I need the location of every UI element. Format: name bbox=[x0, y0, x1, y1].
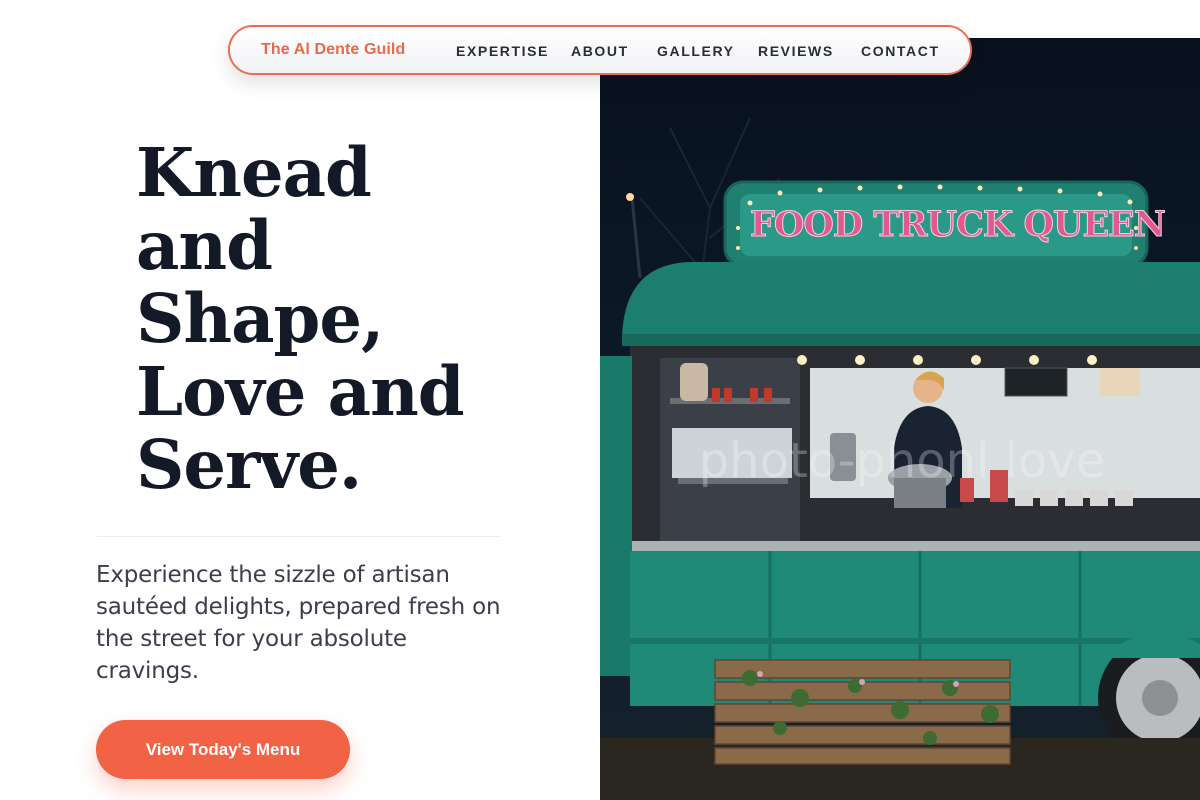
food-truck-illustration bbox=[600, 117, 1200, 800]
food-truck-photo: FOOD TRUCK QUEEN photo-phonl love bbox=[600, 38, 1200, 800]
headline-line: Serve. bbox=[136, 425, 362, 504]
nav-link-gallery[interactable]: GALLERY bbox=[657, 43, 735, 59]
hero-headline: Knead and Shape, Love and Serve. bbox=[136, 136, 556, 501]
nav-link-reviews[interactable]: REVIEWS bbox=[758, 43, 834, 59]
headline-line: and bbox=[136, 206, 273, 285]
view-menu-button[interactable]: View Today's Menu bbox=[96, 720, 350, 779]
headline-line: Knead bbox=[136, 133, 372, 212]
nav-link-expertise[interactable]: EXPERTISE bbox=[456, 43, 549, 59]
photo-watermark: photo-phonl love bbox=[698, 433, 1106, 489]
headline-line: Love and bbox=[136, 352, 465, 431]
top-nav: The Al Dente Guild EXPERTISE ABOUT GALLE… bbox=[228, 25, 972, 75]
hero-divider bbox=[97, 536, 500, 537]
nav-link-contact[interactable]: CONTACT bbox=[861, 43, 940, 59]
nav-link-about[interactable]: ABOUT bbox=[571, 43, 629, 59]
headline-line: Shape, bbox=[136, 279, 384, 358]
truck-sign-text: FOOD TRUCK QUEEN bbox=[750, 204, 1167, 246]
hero-subtext: Experience the sizzle of artisan sautéed… bbox=[96, 562, 501, 684]
brand-logo-link[interactable]: The Al Dente Guild bbox=[261, 41, 405, 59]
